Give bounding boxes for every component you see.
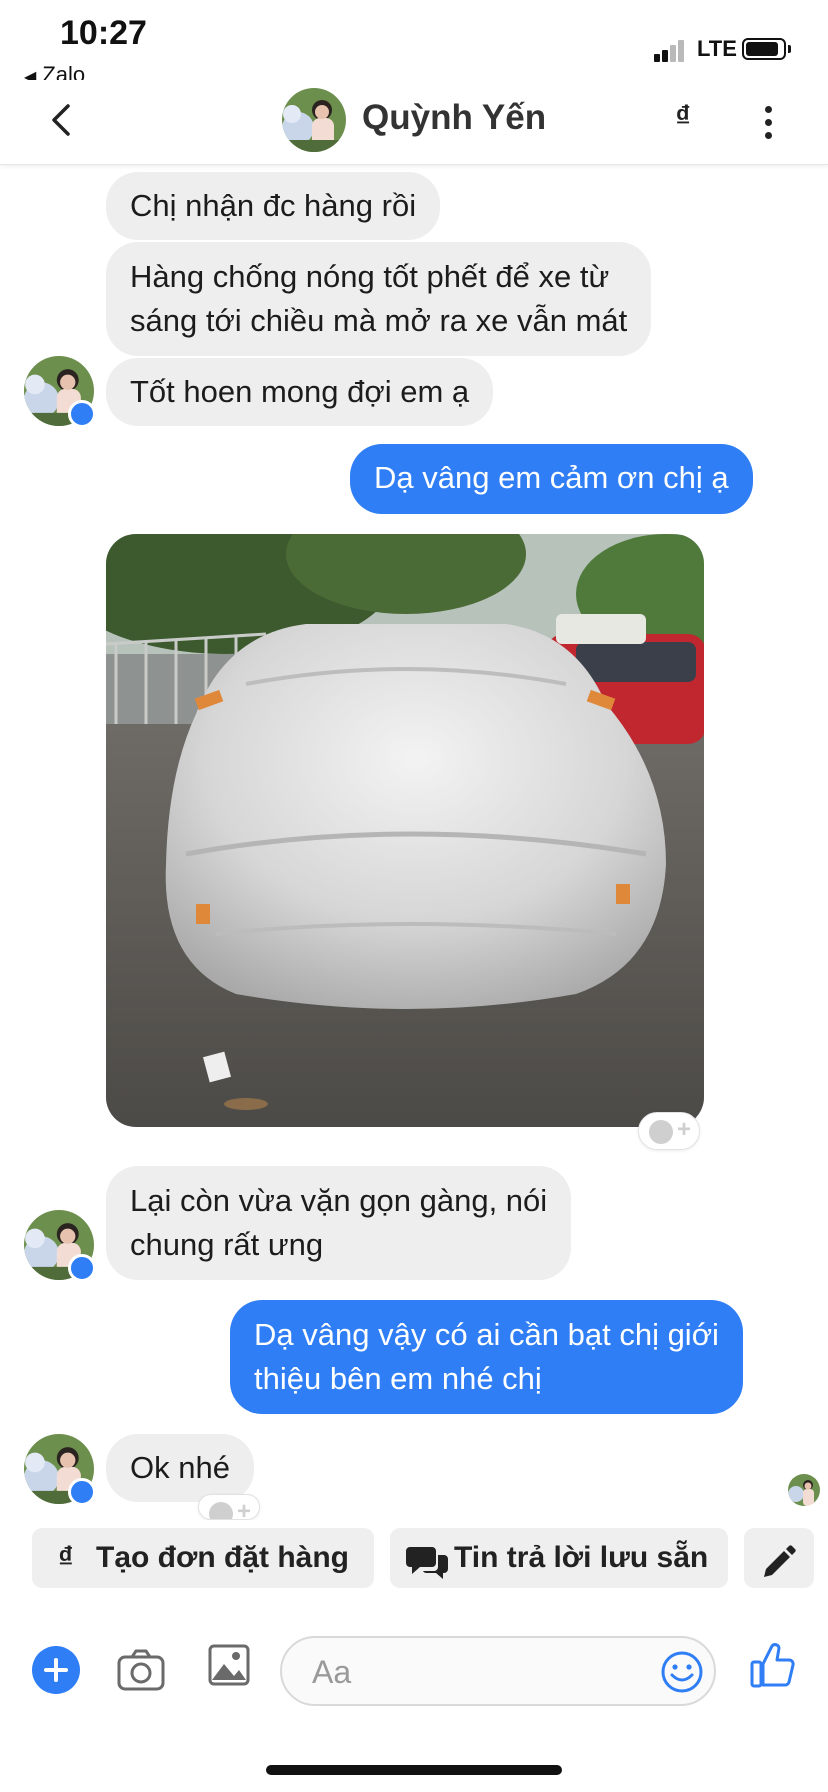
message-bubble-incoming[interactable]: Lại còn vừa vặn gọn gàng, nói chung rất … (106, 1166, 572, 1280)
message-text-line: Lại còn vừa vặn gọn gàng, nói (130, 1183, 548, 1218)
avatar-image (282, 88, 346, 152)
image-gallery-icon[interactable] (208, 1642, 250, 1688)
message-text: Ok nhé (130, 1450, 230, 1485)
message-text-line: chung rất ưng (130, 1227, 324, 1262)
message-bubble-outgoing[interactable]: Dạ vâng em cảm ơn chị ạ (350, 444, 753, 514)
status-time: 10:27 (60, 14, 147, 52)
contact-name[interactable]: Quỳnh Yến (362, 98, 546, 138)
contact-avatar[interactable] (282, 88, 346, 152)
chat-header: Quỳnh Yến ₫ (0, 80, 828, 165)
network-type-label: LTE (697, 36, 737, 61)
chat-bubbles-icon (406, 1540, 450, 1600)
message-text-line: sáng tới chiều mà mở ra xe vẫn mát (130, 303, 628, 338)
message-text: Chị nhận đc hàng rồi (130, 188, 417, 223)
plus-icon: + (677, 1116, 692, 1143)
chevron-left-icon (52, 104, 70, 136)
message-composer (0, 1620, 828, 1720)
back-button[interactable] (42, 100, 82, 140)
emoji-icon[interactable] (660, 1650, 704, 1694)
message-input-container[interactable] (280, 1636, 716, 1706)
message-bubble-incoming[interactable]: Chị nhận đc hàng rồi (106, 172, 441, 240)
messenger-badge-icon (68, 400, 96, 428)
home-indicator[interactable] (266, 1765, 562, 1775)
messenger-badge-icon (68, 1254, 96, 1282)
message-input[interactable] (310, 1648, 634, 1696)
camera-icon[interactable] (116, 1646, 166, 1694)
messenger-badge-icon (68, 1478, 96, 1506)
plus-icon: + (237, 1498, 252, 1520)
saved-replies-button[interactable]: Tin trả lời lưu sẵn (390, 1528, 728, 1588)
message-bubble-incoming[interactable]: Hàng chống nóng tốt phết để xe từ sáng t… (106, 242, 652, 356)
message-bubble-incoming[interactable]: Tốt hoen mong đợi em ạ (106, 358, 494, 426)
pencil-icon (760, 1540, 798, 1600)
create-order-button[interactable]: ₫ Tạo đơn đặt hàng (32, 1528, 374, 1588)
edit-button[interactable] (744, 1528, 814, 1588)
add-reaction-button[interactable]: + (198, 1494, 260, 1520)
smiley-icon (649, 1120, 673, 1144)
saved-replies-label: Tin trả lời lưu sẵn (454, 1541, 709, 1574)
message-photo[interactable] (106, 534, 704, 1127)
message-bubble-incoming[interactable]: Ok nhé (106, 1434, 254, 1502)
more-options-button[interactable] (756, 104, 780, 140)
add-reaction-button[interactable]: + (638, 1112, 700, 1150)
create-order-label: Tạo đơn đặt hàng (96, 1541, 349, 1574)
message-text-line: Dạ vâng vậy có ai cần bạt chị giới (254, 1317, 719, 1352)
seen-indicator-avatar (788, 1474, 820, 1506)
signal-strength-icon (654, 38, 690, 62)
message-text: Dạ vâng em cảm ơn chị ạ (374, 460, 729, 495)
thumbs-up-icon[interactable] (750, 1640, 796, 1690)
smiley-icon (209, 1502, 233, 1519)
quick-actions-bar: ₫ Tạo đơn đặt hàng Tin trả lời lưu sẵn (0, 1520, 828, 1596)
currency-dong-button[interactable]: ₫ (668, 100, 698, 134)
message-text: Tốt hoen mong đợi em ạ (130, 374, 470, 409)
battery-icon (742, 38, 786, 60)
battery-tip (788, 45, 791, 53)
avatar-image (788, 1474, 820, 1506)
car-cover-photo (106, 534, 704, 1127)
message-bubble-outgoing[interactable]: Dạ vâng vậy có ai cần bạt chị giới thiệu… (230, 1300, 743, 1414)
plus-icon[interactable] (32, 1646, 80, 1694)
message-text-line: Hàng chống nóng tốt phết để xe từ (130, 259, 610, 294)
dong-icon: ₫ (58, 1541, 74, 1574)
message-text-line: thiệu bên em nhé chị (254, 1361, 542, 1396)
